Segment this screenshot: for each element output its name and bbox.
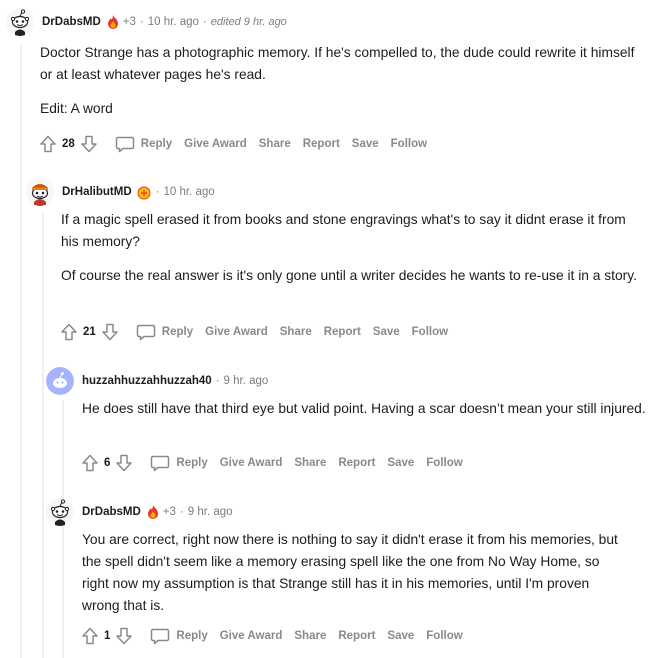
vote-score: 6	[104, 457, 111, 469]
save-button[interactable]: Save	[352, 138, 379, 150]
comment-actions: 1 Reply Give Award Share Report Save Fol…	[80, 626, 463, 646]
upvote-icon[interactable]	[80, 626, 100, 646]
upvote-icon[interactable]	[59, 322, 79, 342]
user-karma: +3	[122, 16, 136, 28]
comment-paragraph: If a magic spell erased it from books an…	[61, 212, 626, 249]
share-button[interactable]: Share	[294, 457, 326, 469]
comment-header: DrDabsMD +3 · 10 hr. ago · edited 9 hr. …	[6, 8, 287, 36]
flame-flair-icon	[145, 504, 161, 520]
thread-line[interactable]	[42, 212, 44, 658]
edited-label: edited 9 hr. ago	[210, 16, 287, 28]
report-button[interactable]: Report	[338, 457, 375, 469]
separator: ·	[202, 16, 207, 28]
separator: ·	[179, 506, 184, 518]
downvote-icon[interactable]	[100, 322, 120, 342]
timestamp[interactable]: 10 hr. ago	[163, 186, 214, 198]
reply-label: Reply	[161, 326, 194, 338]
user-karma: +3	[162, 506, 176, 518]
thread-line[interactable]	[20, 44, 22, 658]
reply-button[interactable]: Reply	[115, 134, 172, 154]
speech-bubble-icon	[150, 626, 170, 646]
follow-button[interactable]: Follow	[426, 457, 462, 469]
comment-paragraph: Edit: A word	[40, 101, 113, 116]
thread-line[interactable]	[62, 400, 64, 658]
separator: ·	[215, 375, 220, 387]
downvote-icon[interactable]	[79, 134, 99, 154]
speech-bubble-icon	[150, 453, 170, 473]
comment-actions: 6 Reply Give Award Share Report Save Fol…	[80, 453, 463, 473]
avatar[interactable]	[26, 178, 54, 206]
reply-button[interactable]: Reply	[150, 453, 208, 473]
separator: ·	[139, 16, 144, 28]
username[interactable]: DrDabsMD	[42, 16, 101, 28]
save-button[interactable]: Save	[373, 326, 400, 338]
reply-label: Reply	[176, 630, 208, 642]
follow-button[interactable]: Follow	[412, 326, 448, 338]
comment-body: Doctor Strange has a photographic memory…	[40, 42, 645, 120]
downvote-icon[interactable]	[114, 453, 134, 473]
save-button[interactable]: Save	[387, 457, 414, 469]
username[interactable]: huzzahhuzzahhuzzah40	[82, 375, 212, 387]
reply-button[interactable]: Reply	[150, 626, 208, 646]
separator: ·	[155, 186, 160, 198]
username[interactable]: DrHalibutMD	[62, 186, 132, 198]
flame-flair-icon	[105, 14, 121, 30]
comment-actions: 21 Reply Give Award Share Report Save Fo…	[59, 322, 448, 342]
avatar[interactable]	[6, 8, 34, 36]
comment-body: If a magic spell erased it from books an…	[61, 209, 647, 287]
username[interactable]: DrDabsMD	[82, 506, 141, 518]
comment-paragraph: Doctor Strange has a photographic memory…	[40, 45, 635, 82]
give-award-button[interactable]: Give Award	[220, 457, 283, 469]
speech-bubble-icon	[136, 322, 156, 342]
comment-body: He does still have that third eye but va…	[82, 398, 647, 420]
timestamp[interactable]: 9 hr. ago	[188, 506, 233, 518]
comment-header: huzzahhuzzahhuzzah40 · 9 hr. ago	[46, 367, 268, 395]
timestamp[interactable]: 10 hr. ago	[148, 16, 199, 28]
reply-button[interactable]: Reply	[136, 322, 193, 342]
comment-paragraph: Of course the real answer is it's only g…	[61, 268, 637, 283]
downvote-icon[interactable]	[114, 626, 134, 646]
report-button[interactable]: Report	[338, 630, 375, 642]
share-button[interactable]: Share	[294, 630, 326, 642]
report-button[interactable]: Report	[324, 326, 361, 338]
upvote-icon[interactable]	[38, 134, 58, 154]
reply-label: Reply	[140, 138, 173, 150]
flame-flair-icon	[136, 184, 152, 200]
comment-body: You are correct, right now there is noth…	[82, 529, 627, 617]
comment-header: DrDabsMD +3 · 9 hr. ago	[46, 498, 233, 526]
give-award-button[interactable]: Give Award	[184, 138, 247, 150]
reply-label: Reply	[176, 457, 208, 469]
comment-paragraph: You are correct, right now there is noth…	[82, 532, 618, 613]
comment-paragraph: He does still have that third eye but va…	[82, 401, 646, 416]
follow-button[interactable]: Follow	[391, 138, 427, 150]
timestamp[interactable]: 9 hr. ago	[224, 375, 269, 387]
give-award-button[interactable]: Give Award	[220, 630, 283, 642]
vote-score: 21	[83, 326, 96, 338]
report-button[interactable]: Report	[303, 138, 340, 150]
avatar[interactable]	[46, 498, 74, 526]
vote-score: 28	[62, 138, 75, 150]
save-button[interactable]: Save	[387, 630, 414, 642]
upvote-icon[interactable]	[80, 453, 100, 473]
share-button[interactable]: Share	[280, 326, 312, 338]
speech-bubble-icon	[115, 134, 135, 154]
share-button[interactable]: Share	[259, 138, 291, 150]
comment-header: DrHalibutMD · 10 hr. ago	[26, 178, 215, 206]
follow-button[interactable]: Follow	[426, 630, 462, 642]
comment-actions: 28 Reply Give Award Share Report Save Fo…	[38, 134, 427, 154]
give-award-button[interactable]: Give Award	[205, 326, 268, 338]
vote-score: 1	[104, 630, 111, 642]
avatar[interactable]	[46, 367, 74, 395]
